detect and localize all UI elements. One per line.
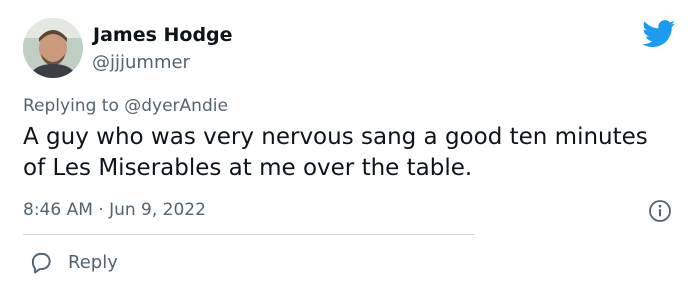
author-handle[interactable]: @jjjummer bbox=[92, 52, 190, 74]
replying-mention-link[interactable]: @dyerAndie bbox=[124, 96, 228, 116]
tweet-card: James Hodge @jjjummer Replying to @dyerA… bbox=[0, 0, 700, 288]
reply-label: Reply bbox=[68, 251, 118, 273]
avatar[interactable] bbox=[23, 18, 83, 78]
replying-prefix: Replying to bbox=[23, 96, 119, 116]
divider bbox=[23, 234, 475, 235]
reply-bubble-icon bbox=[31, 252, 51, 274]
twitter-bird-icon[interactable] bbox=[642, 20, 676, 48]
avatar-photo bbox=[23, 18, 83, 78]
tweet-text: A guy who was very nervous sang a good t… bbox=[23, 124, 648, 181]
replying-to: Replying to @dyerAndie bbox=[23, 94, 228, 118]
author-name[interactable]: James Hodge bbox=[93, 24, 233, 46]
tweet-timestamp[interactable]: 8:46 AM · Jun 9, 2022 bbox=[23, 198, 206, 222]
info-icon[interactable] bbox=[648, 199, 672, 223]
reply-button[interactable]: Reply bbox=[28, 247, 118, 277]
